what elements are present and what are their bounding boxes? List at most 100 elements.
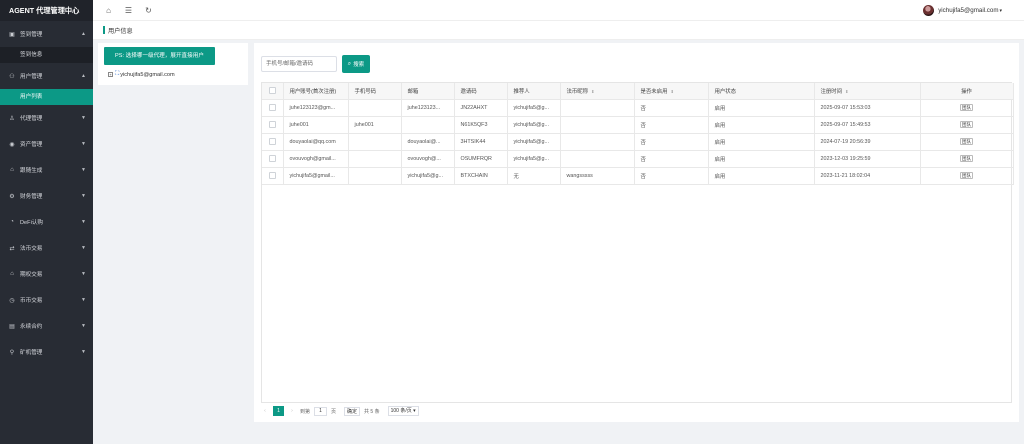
sidebar-group-label: 跟随生成 <box>20 168 43 174</box>
sort-icon[interactable]: ⬍ <box>591 89 594 94</box>
sidebar-group-9[interactable]: ⇄ 法币交易 ▼ <box>0 235 93 261</box>
document-icon: ▤ <box>9 323 15 330</box>
chevron-down-icon: ▼ <box>81 115 86 121</box>
row-checkbox-cell[interactable] <box>262 99 284 117</box>
search-button-label: 搜索 <box>353 62 365 68</box>
sidebar-group-10[interactable]: ⌂ 期权交易 ▼ <box>0 261 93 287</box>
cell-account: juhe001 <box>283 116 349 134</box>
cell-email <box>401 116 455 134</box>
sidebar-group-6[interactable]: ⌂ 跟随生成 ▼ <box>0 157 93 183</box>
col-invite-code: 邀请码 <box>454 83 508 100</box>
user-menu[interactable]: yichujifa5@gmail.com ▾ <box>923 5 1002 16</box>
goto-page-input[interactable] <box>314 406 328 416</box>
col-register-time[interactable]: 注册时间 ⬍ <box>814 83 921 100</box>
ps-hint-button[interactable]: PS: 选择哪一级代理，展开直接用户 <box>104 47 215 65</box>
row-checkbox[interactable] <box>268 104 276 111</box>
chevron-down-icon: ▼ <box>81 271 86 277</box>
row-checkbox-cell[interactable] <box>262 116 284 134</box>
tree-root-label[interactable]: yichujifa5@gmail.com <box>120 72 175 78</box>
user-email[interactable]: yichujifa5@gmail.com <box>938 7 998 14</box>
team-button[interactable]: 团队 <box>959 121 974 128</box>
chevron-up-icon: ▲ <box>81 73 86 79</box>
chevron-up-icon: ▲ <box>81 31 86 37</box>
sidebar-group-label: 币币交易 <box>20 298 43 304</box>
sidebar-group-7[interactable]: ⚙ 财务管理 ▼ <box>0 183 93 209</box>
next-page-icon[interactable]: › <box>288 408 296 414</box>
row-checkbox[interactable] <box>268 121 276 128</box>
current-page[interactable]: 1 <box>273 406 284 416</box>
cell-invite-code: N61K5QF3 <box>454 116 508 134</box>
select-all-checkbox[interactable] <box>268 87 276 95</box>
sidebar-item-user-list[interactable]: 用户列表 <box>0 89 93 105</box>
refresh-icon[interactable]: ↻ <box>144 6 153 15</box>
user-list-panel: ⌕ 搜索 用户账号(首次注册) 手机号码 邮箱 邀请码 <box>254 43 1019 422</box>
cell-actions: 团队 <box>920 99 1014 117</box>
cell-register-time: 2024-07-19 20:56:39 <box>814 133 921 151</box>
row-checkbox[interactable] <box>268 138 276 145</box>
cell-actions: 团队 <box>920 167 1014 185</box>
goto-label: 到第 <box>300 408 311 415</box>
team-button[interactable]: 团队 <box>959 104 974 111</box>
team-button[interactable]: 团队 <box>959 138 974 145</box>
table-row: ovouvogh@gmail... ovouvogh@... OSUMFRQR yic… <box>262 150 1014 168</box>
tree-root-node[interactable]: + ⛶ yichujifa5@gmail.com <box>108 71 175 78</box>
page-title: 用户信息 <box>108 27 133 35</box>
sort-icon[interactable]: ⬍ <box>670 89 673 94</box>
row-checkbox-cell[interactable] <box>262 150 284 168</box>
sidebar-group-12[interactable]: ▤ 永续合约 ▼ <box>0 313 93 339</box>
prev-page-icon[interactable]: ‹ <box>261 408 269 414</box>
sidebar-group-label: 期权交易 <box>20 272 43 278</box>
row-checkbox[interactable] <box>268 155 276 162</box>
row-checkbox[interactable] <box>268 172 276 179</box>
goto-confirm-button[interactable]: 确定 <box>344 406 361 416</box>
menu-toggle-icon[interactable]: ☰ <box>124 6 133 15</box>
chevron-down-icon: ▼ <box>81 141 86 147</box>
home-icon[interactable]: ⌂ <box>104 6 113 15</box>
cell-actions: 团队 <box>920 150 1014 168</box>
col-referrer: 推荐人 <box>507 83 561 100</box>
col-email: 邮箱 <box>401 83 455 100</box>
sidebar-group-0[interactable]: ▣ 签到管理 ▲ <box>0 21 93 47</box>
topbar: ⌂ ☰ ↻ yichujifa5@gmail.com ▾ <box>93 0 1024 21</box>
user-table: 用户账号(首次注册) 手机号码 邮箱 邀请码 推荐人 法币昵称 ⬍ 是否未启用 ⬍ … <box>261 82 1014 403</box>
team-button[interactable]: 团队 <box>959 155 974 162</box>
col-status: 用户状态 <box>708 83 815 100</box>
sort-icon[interactable]: ⬍ <box>845 89 848 94</box>
col-account: 用户账号(首次注册) <box>283 83 349 100</box>
col-fiat-nickname[interactable]: 法币昵称 ⬍ <box>560 83 635 100</box>
chevron-down-icon: ▼ <box>81 349 86 355</box>
cell-register-time: 2025-09-07 15:49:53 <box>814 116 921 134</box>
page-size-select[interactable]: 100 条/页 ▾ <box>387 406 419 416</box>
chevron-down-icon: ▼ <box>81 323 86 329</box>
row-checkbox-cell[interactable] <box>262 133 284 151</box>
col-enabled[interactable]: 是否未启用 ⬍ <box>634 83 709 100</box>
cell-enabled: 否 <box>634 133 709 151</box>
search-button[interactable]: ⌕ 搜索 <box>342 55 370 73</box>
home-icon: ⌂ <box>10 271 14 277</box>
cell-enabled: 否 <box>634 99 709 117</box>
sidebar-item-checkin-info[interactable]: 签到信息 <box>0 47 93 63</box>
caret-down-icon[interactable]: ▾ <box>999 8 1002 14</box>
col-fiat-nickname-label: 法币昵称 <box>566 88 589 95</box>
cell-status: 启用 <box>708 99 815 117</box>
pagination: ‹ 1 › 到第 页 确定 共 5 条 100 条/页 ▾ <box>261 405 419 417</box>
sidebar-group-5[interactable]: ◉ 资产管理 ▼ <box>0 131 93 157</box>
search-input[interactable] <box>261 56 337 72</box>
table-row: juhe001 juhe001 N61K5QF3 yichujifa5@g... 否启用… <box>262 116 1014 134</box>
avatar[interactable] <box>923 5 935 16</box>
cell-invite-code: BTXCHAIN <box>454 167 508 185</box>
sidebar-group-4[interactable]: ♙ 代理管理 ▼ <box>0 105 93 131</box>
col-actions: 操作 <box>920 83 1014 100</box>
app-root: AGENT 代理管理中心 ▣ 签到管理 ▲ 签到信息 ⚇ 用户管理 ▲ 用户列表 ♙ 代理管理 ▼ ◉… <box>0 0 1024 444</box>
sidebar-group-2[interactable]: ⚇ 用户管理 ▲ <box>0 63 93 89</box>
sidebar-group-11[interactable]: ◷ 币币交易 ▼ <box>0 287 93 313</box>
team-button[interactable]: 团队 <box>959 172 974 179</box>
select-all-checkbox-cell[interactable] <box>262 83 284 100</box>
sidebar-group-13[interactable]: ⚲ 矿机管理 ▼ <box>0 339 93 365</box>
expand-icon[interactable]: + <box>108 72 113 77</box>
cell-fiat-nickname <box>560 99 635 117</box>
page-unit-label: 页 <box>331 408 337 415</box>
sidebar-group-label: 签到管理 <box>20 32 43 38</box>
sidebar-group-8[interactable]: ◔ DeFi认购 ▼ <box>0 209 93 235</box>
row-checkbox-cell[interactable] <box>262 167 284 185</box>
